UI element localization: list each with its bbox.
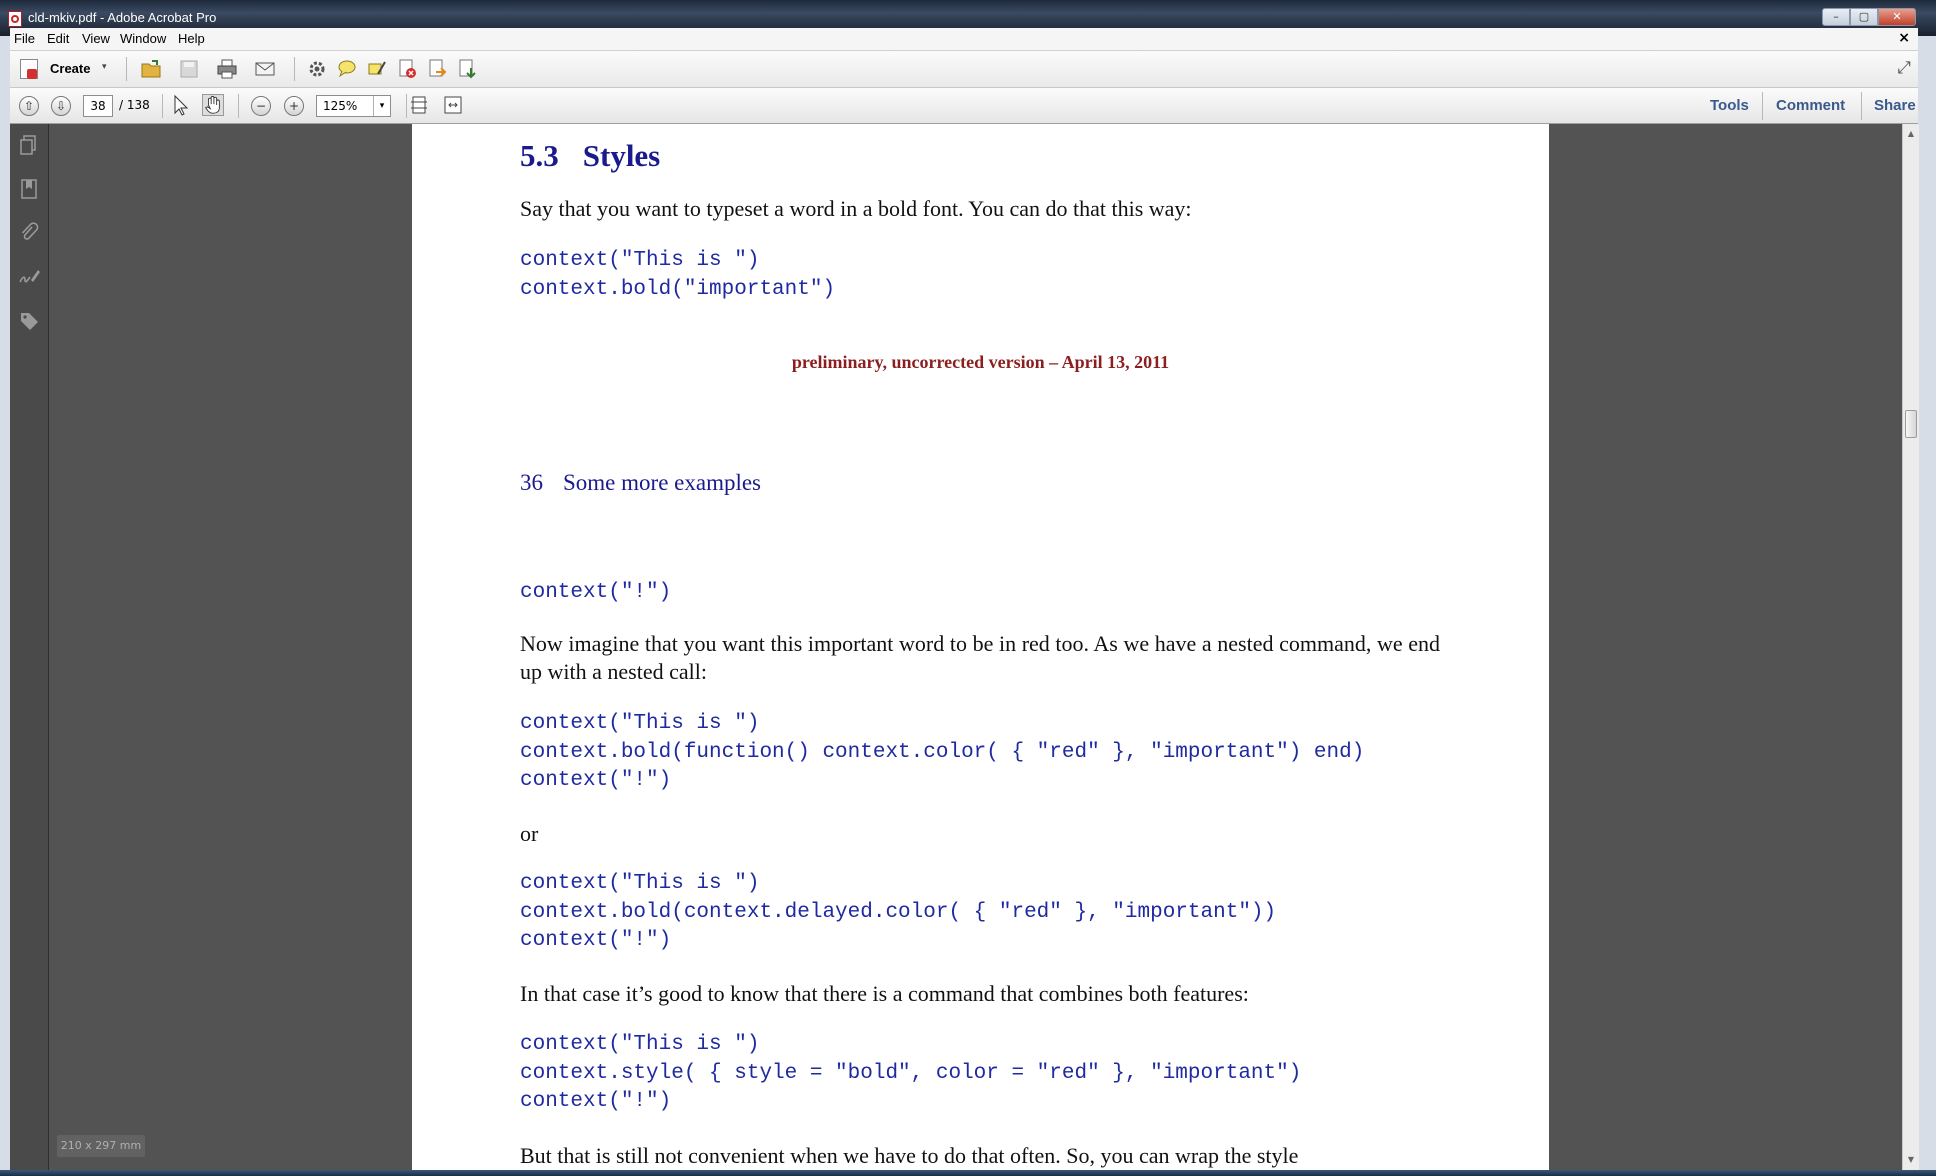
export-page-icon[interactable] bbox=[426, 58, 448, 80]
open-folder-icon[interactable] bbox=[140, 58, 162, 80]
menu-file[interactable]: File bbox=[14, 31, 35, 46]
save-icon[interactable] bbox=[178, 58, 200, 80]
minimize-button[interactable]: – bbox=[1822, 8, 1850, 26]
menu-help[interactable]: Help bbox=[178, 31, 205, 46]
section-title: Styles bbox=[582, 138, 661, 173]
attachments-paperclip-icon[interactable] bbox=[18, 222, 40, 244]
zoom-out-icon[interactable]: − bbox=[251, 96, 271, 116]
menu-view[interactable]: View bbox=[82, 31, 110, 46]
paragraph: But that is still not convenient when we… bbox=[520, 1143, 1299, 1168]
create-button[interactable]: Create ▾ bbox=[16, 57, 116, 81]
toolbar-divider bbox=[126, 57, 127, 81]
create-label: Create bbox=[50, 61, 91, 76]
zoom-value: 125% bbox=[323, 99, 358, 113]
code-block: context("This is ") context.bold(functio… bbox=[520, 712, 1365, 792]
bookmarks-icon[interactable] bbox=[18, 178, 40, 200]
main-toolbar: Create ▾ ⤢ bbox=[10, 51, 1918, 88]
close-window-button[interactable]: ✕ bbox=[1878, 8, 1916, 26]
chevron-down-icon: ▾ bbox=[102, 62, 107, 72]
toolbar-divider bbox=[294, 57, 295, 81]
page-number-input[interactable]: 38 bbox=[83, 95, 113, 117]
toolbar-divider bbox=[1762, 92, 1763, 120]
comment-link[interactable]: Comment bbox=[1776, 97, 1845, 114]
document-view[interactable]: 5.3 Styles Say that you want to typeset a… bbox=[49, 124, 1902, 1170]
code-block: context("This is ") context.bold("import… bbox=[520, 249, 836, 301]
create-pdf-icon bbox=[20, 59, 38, 79]
section-number: 5.3 bbox=[520, 138, 559, 173]
print-icon[interactable] bbox=[216, 58, 238, 80]
remove-page-icon[interactable] bbox=[396, 58, 418, 80]
fit-page-icon[interactable] bbox=[408, 94, 430, 116]
acrobat-app-icon bbox=[8, 11, 22, 27]
select-cursor-icon[interactable] bbox=[170, 94, 192, 116]
zoom-select[interactable]: 125% ▾ bbox=[316, 95, 391, 117]
menu-window[interactable]: Window bbox=[120, 31, 166, 46]
navigation-pane bbox=[10, 124, 49, 1170]
page-size-indicator: 210 x 297 mm bbox=[57, 1135, 145, 1157]
menu-edit[interactable]: Edit bbox=[47, 31, 69, 46]
comment-bubble-icon[interactable] bbox=[336, 58, 358, 80]
window-title: cld-mkiv.pdf - Adobe Acrobat Pro bbox=[28, 10, 217, 25]
page-number: 36 bbox=[520, 470, 543, 495]
vertical-scrollbar[interactable]: ▲ ▼ bbox=[1902, 124, 1919, 1170]
running-title: Some more examples bbox=[563, 470, 762, 495]
toolbar-divider bbox=[1861, 92, 1862, 120]
running-header: 36 Some more examples bbox=[520, 470, 761, 496]
paragraph: or bbox=[520, 821, 539, 846]
section-heading: 5.3 Styles bbox=[520, 138, 660, 174]
tags-icon[interactable] bbox=[18, 310, 40, 332]
navigation-toolbar: ⇧ ⇩ 38 / 138 − + 125% ▾ Tools Comment Sh… bbox=[10, 88, 1918, 124]
next-page-arrow-down-icon[interactable]: ⇩ bbox=[51, 96, 71, 116]
signatures-icon[interactable] bbox=[18, 266, 40, 288]
extract-page-icon[interactable] bbox=[456, 58, 478, 80]
settings-gear-icon[interactable] bbox=[306, 58, 328, 80]
toolbar-divider bbox=[162, 94, 163, 118]
toolbar-divider bbox=[238, 94, 239, 118]
code-block: context("!") bbox=[520, 581, 672, 604]
pdf-page-36: 36 Some more examples context("!") Now im… bbox=[412, 420, 1549, 1170]
maximize-button[interactable]: ▢ bbox=[1850, 8, 1878, 26]
full-screen-expand-icon[interactable]: ⤢ bbox=[1893, 57, 1915, 79]
code-block: context("This is ") context.style( { sty… bbox=[520, 1033, 1302, 1113]
page-total: / 138 bbox=[119, 98, 150, 112]
hand-tool-icon[interactable] bbox=[202, 94, 224, 116]
page-thumbnails-icon[interactable] bbox=[18, 134, 40, 156]
tools-link[interactable]: Tools bbox=[1710, 97, 1749, 114]
scroll-up-arrow-icon[interactable]: ▲ bbox=[1905, 128, 1917, 140]
menu-bar: File Edit View Window Help × bbox=[10, 28, 1918, 51]
share-link[interactable]: Share bbox=[1874, 97, 1916, 114]
fit-width-icon[interactable] bbox=[442, 94, 464, 116]
chevron-down-icon[interactable]: ▾ bbox=[373, 96, 390, 116]
paragraph: In that case it’s good to know that ther… bbox=[520, 981, 1249, 1006]
previous-page-arrow-up-icon[interactable]: ⇧ bbox=[19, 96, 39, 116]
page-footer: preliminary, uncorrected version – April… bbox=[791, 352, 1170, 372]
toolbar-divider bbox=[406, 94, 407, 118]
code-block: context("This is ") context.bold(context… bbox=[520, 872, 1277, 952]
highlight-icon[interactable] bbox=[366, 58, 388, 80]
paragraph: Now imagine that you want this important… bbox=[520, 631, 1440, 684]
taskbar-strip bbox=[0, 1170, 1936, 1176]
scroll-down-arrow-icon[interactable]: ▼ bbox=[1905, 1154, 1917, 1166]
scroll-thumb[interactable] bbox=[1905, 410, 1917, 438]
paragraph: Say that you want to typeset a word in a… bbox=[520, 196, 1192, 221]
email-icon[interactable] bbox=[254, 58, 276, 80]
close-document-button[interactable]: × bbox=[1898, 30, 1910, 46]
zoom-in-icon[interactable]: + bbox=[284, 96, 304, 116]
